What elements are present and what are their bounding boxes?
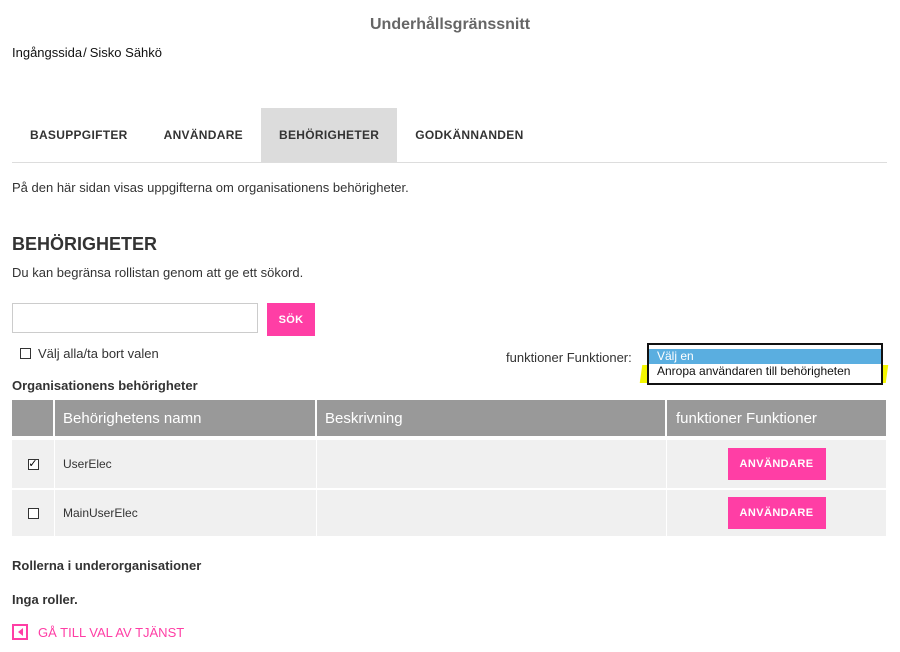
tab-basuppgifter[interactable]: BASUPPGIFTER [12,108,146,162]
no-roles-text: Inga roller. [12,592,78,607]
select-all: Välj alla/ta bort valen [20,346,159,361]
sub-organisation-heading: Rollerna i underorganisationer [12,558,202,573]
functions-option-call-user[interactable]: Anropa användaren till behörigheten [649,364,881,379]
row-select-cell: ✓ [12,440,55,488]
role-name: UserElec [55,440,317,488]
users-button[interactable]: ANVÄNDARE [727,448,826,480]
users-button[interactable]: ANVÄNDARE [727,497,826,529]
search-input[interactable] [12,303,258,333]
breadcrumb-current: Sisko Sähkö [89,45,163,60]
tab-godkannanden[interactable]: GODKÄNNANDEN [397,108,541,162]
row-action-cell: ANVÄNDARE [667,490,886,536]
row-checkbox[interactable]: ✓ [27,458,39,470]
column-header-select [12,400,55,436]
breadcrumb: Ingångssida/Sisko Sähkö [12,45,162,60]
search-button[interactable]: SÖK [267,303,315,336]
intro-text: På den här sidan visas uppgifterna om or… [12,180,409,195]
row-select-cell [12,490,55,536]
role-description [317,440,667,488]
functions-option-selected[interactable]: Välj en [649,349,881,364]
role-name: MainUserElec [55,490,317,536]
search-hint: Du kan begränsa rollistan genom att ge e… [12,265,304,280]
select-all-checkbox[interactable] [20,348,31,359]
tab-anvandare[interactable]: ANVÄNDARE [146,108,261,162]
back-arrow-icon [12,624,28,640]
role-description [317,490,667,536]
back-to-service-link[interactable]: GÅ TILL VAL AV TJÄNST [12,624,184,640]
breadcrumb-home-link[interactable]: Ingångssida [12,45,82,60]
column-header-functions: funktioner Funktioner [676,409,817,427]
functions-label: funktioner Funktioner: [506,350,632,365]
page-title: Underhållsgränssnitt [369,16,531,33]
table-row: MainUserElec ANVÄNDARE [12,488,886,536]
roles-table: Behörighetens namn Beskrivning funktione… [12,400,886,536]
table-header-row: Behörighetens namn Beskrivning funktione… [12,400,886,436]
column-header-description: Beskrivning [317,400,667,436]
section-heading: BEHÖRIGHETER [12,234,158,254]
breadcrumb-separator: / [83,45,87,60]
row-checkbox[interactable] [27,507,39,519]
row-action-cell: ANVÄNDARE [667,440,886,488]
column-header-name: Behörighetens namn [55,400,317,436]
back-link-label: GÅ TILL VAL AV TJÄNST [38,624,185,640]
table-row: ✓ UserElec ANVÄNDARE [12,436,886,488]
table-heading: Organisationens behörigheter [12,378,198,393]
functions-select[interactable]: Välj en Anropa användaren till behörighe… [647,343,883,385]
tab-behorigheter[interactable]: BEHÖRIGHETER [260,108,398,162]
select-all-label: Välj alla/ta bort valen [38,346,159,361]
tab-bar: BASUPPGIFTER ANVÄNDARE BEHÖRIGHETER GODK… [12,108,887,163]
